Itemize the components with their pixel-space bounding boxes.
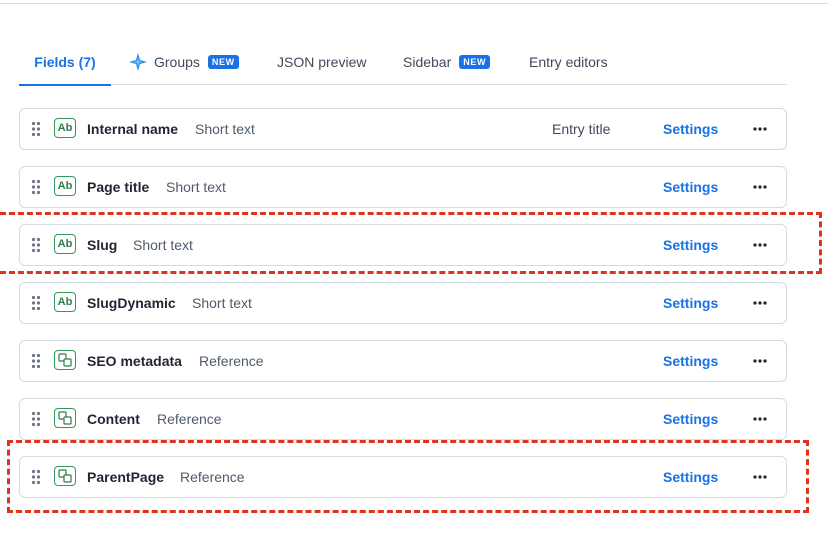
field-row-content[interactable]: Content Reference Settings [19,398,787,440]
field-type: Reference [199,353,264,369]
drag-handle-icon[interactable] [31,353,41,369]
settings-link[interactable]: Settings [663,457,718,497]
field-name: Internal name [87,121,179,137]
entry-title-label: Entry title [552,121,611,137]
new-badge: NEW [459,55,491,69]
settings-link[interactable]: Settings [663,283,718,323]
content-type-tabs: Fields (7) Groups NEW JSON preview Sideb… [19,40,787,86]
tab-fields-label: Fields (7) [34,54,96,70]
reference-field-icon [54,350,76,370]
tab-sidebar-label: Sidebar [403,54,452,70]
top-divider [0,3,828,4]
field-row-slug[interactable]: Ab Slug Short text Settings [19,224,787,266]
drag-handle-icon[interactable] [31,237,41,253]
field-row-seo-metadata[interactable]: SEO metadata Reference Settings [19,340,787,382]
field-name: SEO metadata [87,353,182,369]
settings-link[interactable]: Settings [663,167,718,207]
field-name: Page title [87,179,150,195]
drag-handle-icon[interactable] [31,179,41,195]
field-type: Reference [157,411,222,427]
tab-groups[interactable]: Groups NEW [128,40,239,84]
more-options-icon[interactable] [747,409,773,429]
settings-link[interactable]: Settings [663,225,718,265]
drag-handle-icon[interactable] [31,411,41,427]
settings-link[interactable]: Settings [663,341,718,381]
tab-json-preview-label: JSON preview [277,54,367,70]
field-name: ParentPage [87,469,165,485]
text-field-icon: Ab [54,234,76,254]
drag-handle-icon[interactable] [31,121,41,137]
settings-link[interactable]: Settings [663,109,718,149]
more-options-icon[interactable] [747,351,773,371]
reference-field-icon [54,466,76,486]
more-options-icon[interactable] [747,467,773,487]
tab-sidebar[interactable]: Sidebar NEW [403,40,491,84]
more-options-icon[interactable] [747,293,773,313]
field-row-page-title[interactable]: Ab Page title Short text Settings [19,166,787,208]
field-row-slugdynamic[interactable]: Ab SlugDynamic Short text Settings [19,282,787,324]
tab-fields[interactable]: Fields (7) [19,40,111,86]
tab-json-preview[interactable]: JSON preview [277,40,366,84]
field-row-internal-name[interactable]: Ab Internal name Short text Entry title … [19,108,787,150]
tab-groups-label: Groups [154,54,200,70]
new-badge: NEW [207,55,239,69]
more-options-icon[interactable] [747,235,773,255]
field-name: Content [87,411,140,427]
settings-link[interactable]: Settings [663,399,718,439]
text-field-icon: Ab [54,176,76,196]
tab-entry-editors-label: Entry editors [529,54,608,70]
field-type: Short text [195,121,255,137]
field-name: SlugDynamic [87,295,176,311]
drag-handle-icon[interactable] [31,295,41,311]
field-type: Reference [180,469,245,485]
field-row-parentpage[interactable]: ParentPage Reference Settings [19,456,787,498]
drag-handle-icon[interactable] [31,469,41,485]
field-type: Short text [166,179,226,195]
more-options-icon[interactable] [747,177,773,197]
more-options-icon[interactable] [747,119,773,139]
text-field-icon: Ab [54,118,76,138]
field-type: Short text [133,237,193,253]
tab-entry-editors[interactable]: Entry editors [529,40,608,84]
groups-sparkle-icon [128,52,148,72]
field-name: Slug [87,237,118,253]
reference-field-icon [54,408,76,428]
text-field-icon: Ab [54,292,76,312]
field-type: Short text [192,295,252,311]
